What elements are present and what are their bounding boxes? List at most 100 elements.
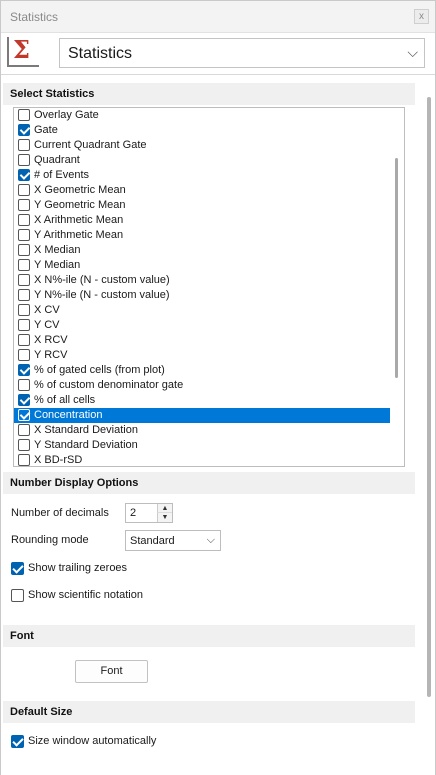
checkbox-icon[interactable]	[18, 244, 30, 256]
checkbox-icon[interactable]	[18, 364, 30, 376]
section-font: Font	[3, 625, 415, 647]
checkbox-icon[interactable]	[18, 319, 30, 331]
checkbox-icon[interactable]	[18, 424, 30, 436]
checkbox-icon[interactable]	[18, 184, 30, 196]
decimals-value[interactable]: 2	[130, 507, 136, 519]
statistic-list-item[interactable]: Overlay Gate	[14, 108, 390, 123]
checkbox-icon[interactable]	[18, 109, 30, 121]
statistic-label: Y Standard Deviation	[34, 439, 138, 451]
checkbox-icon[interactable]	[18, 454, 30, 466]
checkbox-icon[interactable]	[18, 259, 30, 271]
statistic-label: Y N%-ile (N - custom value)	[34, 289, 170, 301]
statistics-list[interactable]: X BD-rSD Y Standard Deviation X Standard D…	[13, 107, 405, 467]
checkbox-icon[interactable]	[18, 334, 30, 346]
statistic-list-item[interactable]: X Median	[14, 243, 390, 258]
spin-down-icon[interactable]: ▼	[157, 513, 172, 522]
checkbox-icon[interactable]	[18, 169, 30, 181]
show-scientific-notation-checkbox[interactable]: Show scientific notation	[11, 588, 271, 604]
statistic-list-item[interactable]: Concentration	[14, 408, 390, 423]
size-window-automatically-label: Size window automatically	[28, 735, 157, 747]
checkbox-icon[interactable]	[18, 214, 30, 226]
checkbox-icon[interactable]	[18, 139, 30, 151]
statistic-label: Overlay Gate	[34, 109, 99, 121]
statistic-list-item[interactable]: X Geometric Mean	[14, 183, 390, 198]
show-trailing-zeroes-checkbox[interactable]: Show trailing zeroes	[11, 561, 271, 577]
checkbox-icon[interactable]	[18, 274, 30, 286]
spin-up-icon[interactable]: ▲	[157, 504, 172, 513]
show-scientific-notation-label: Show scientific notation	[28, 589, 143, 601]
close-icon[interactable]: x	[414, 9, 429, 24]
checkbox-icon[interactable]	[11, 562, 24, 575]
statistic-label: % of all cells	[34, 394, 96, 406]
checkbox-icon[interactable]	[11, 735, 24, 748]
statistic-list-item[interactable]: % of gated cells (from plot)	[14, 363, 390, 378]
chevron-down-icon: ⌵	[407, 44, 418, 60]
statistic-list-item[interactable]: Y Geometric Mean	[14, 198, 390, 213]
rounding-mode-select[interactable]: Standard ⌵	[125, 530, 221, 551]
statistic-list-item[interactable]: Y CV	[14, 318, 390, 333]
checkbox-icon[interactable]	[18, 394, 30, 406]
panel-scroll-thumb[interactable]	[427, 97, 431, 697]
checkbox-icon[interactable]	[18, 304, 30, 316]
statistic-label: X Arithmetic Mean	[34, 214, 124, 226]
statistic-label: X Geometric Mean	[34, 184, 126, 196]
statistic-list-item[interactable]: X CV	[14, 303, 390, 318]
statistics-logo-icon: Σ	[7, 35, 39, 67]
statistic-label: # of Events	[34, 169, 90, 181]
statistic-label: X BD-rSD	[34, 454, 83, 466]
checkbox-icon[interactable]	[18, 124, 30, 136]
panel-scrollbar[interactable]	[425, 83, 433, 773]
checkbox-icon[interactable]	[11, 589, 24, 602]
header-bar: Σ Statistics ⌵	[1, 33, 435, 75]
statistic-list-item[interactable]: Y Standard Deviation	[14, 438, 390, 453]
checkbox-icon[interactable]	[18, 439, 30, 451]
decimals-spinner[interactable]: 2 ▲ ▼	[125, 503, 173, 523]
statistic-label: X Standard Deviation	[34, 424, 138, 436]
checkbox-icon[interactable]	[18, 349, 30, 361]
checkbox-icon[interactable]	[18, 154, 30, 166]
checkbox-icon[interactable]	[18, 409, 30, 421]
statistic-list-item[interactable]: X Arithmetic Mean	[14, 213, 390, 228]
statistic-label: X RCV	[34, 334, 68, 346]
chevron-down-icon: ⌵	[206, 534, 215, 546]
decimals-label: Number of decimals	[11, 507, 109, 519]
statistic-list-item[interactable]: X RCV	[14, 333, 390, 348]
statistic-list-item[interactable]: X Standard Deviation	[14, 423, 390, 438]
statistic-label: Current Quadrant Gate	[34, 139, 147, 151]
statistic-list-item[interactable]: # of Events	[14, 168, 390, 183]
statistic-label: % of gated cells (from plot)	[34, 364, 165, 376]
statistic-label: Y Median	[34, 259, 81, 271]
checkbox-icon[interactable]	[18, 289, 30, 301]
checkbox-icon[interactable]	[18, 379, 30, 391]
statistic-list-item[interactable]: % of all cells	[14, 393, 390, 408]
rounding-mode-value: Standard	[130, 535, 175, 547]
checkbox-icon[interactable]	[18, 199, 30, 211]
show-trailing-zeroes-label: Show trailing zeroes	[28, 562, 128, 574]
statistic-list-item[interactable]: % of custom denominator gate	[14, 378, 390, 393]
font-button[interactable]: Font	[75, 660, 148, 683]
options-panel: Select Statistics X BD-rSD Y Standard Dev…	[1, 77, 435, 775]
statistic-list-item[interactable]: X N%-ile (N - custom value)	[14, 273, 390, 288]
title-bar: Statistics x	[1, 1, 435, 33]
statistic-list-item[interactable]: Gate	[14, 123, 390, 138]
statistics-list-scroll-thumb[interactable]	[395, 158, 398, 378]
statistic-list-item[interactable]: X BD-rSD	[14, 453, 390, 466]
statistic-list-item[interactable]: Quadrant	[14, 153, 390, 168]
statistic-label: Y RCV	[34, 349, 68, 361]
view-selector-value: Statistics	[68, 45, 133, 62]
statistic-list-item[interactable]: Y N%-ile (N - custom value)	[14, 288, 390, 303]
statistic-list-item[interactable]: Y Arithmetic Mean	[14, 228, 390, 243]
statistic-label: X Median	[34, 244, 81, 256]
size-window-automatically-checkbox[interactable]: Size window automatically	[11, 734, 271, 750]
view-selector[interactable]: Statistics ⌵	[59, 38, 425, 68]
statistic-label: X CV	[34, 304, 60, 316]
statistic-list-item[interactable]: Current Quadrant Gate	[14, 138, 390, 153]
statistic-list-item[interactable]: Y Median	[14, 258, 390, 273]
statistic-label: Y CV	[34, 319, 60, 331]
section-select-statistics: Select Statistics	[3, 83, 415, 105]
statistics-window: Statistics x Σ Statistics ⌵ Select Stati…	[0, 0, 436, 775]
checkbox-icon[interactable]	[18, 229, 30, 241]
statistics-list-scrollbar[interactable]	[390, 108, 404, 466]
rounding-label: Rounding mode	[11, 534, 89, 546]
statistic-list-item[interactable]: Y RCV	[14, 348, 390, 363]
